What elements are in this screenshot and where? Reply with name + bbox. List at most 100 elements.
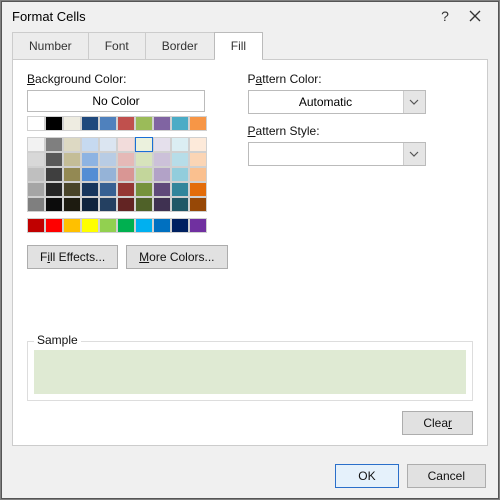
- color-swatch[interactable]: [99, 182, 117, 197]
- dialog-title: Format Cells: [12, 9, 430, 24]
- color-swatch[interactable]: [27, 167, 45, 182]
- right-column: Pattern Color: Automatic Pattern Style:: [248, 72, 473, 269]
- color-swatch[interactable]: [27, 182, 45, 197]
- sample-swatch: [34, 350, 466, 394]
- color-swatch[interactable]: [189, 152, 207, 167]
- color-swatch[interactable]: [189, 116, 207, 131]
- pattern-color-label: Pattern Color:: [248, 72, 473, 86]
- fill-effects-button[interactable]: Fill Effects...: [27, 245, 118, 269]
- ok-button[interactable]: OK: [335, 464, 398, 488]
- help-button[interactable]: ?: [430, 8, 460, 24]
- color-swatch[interactable]: [153, 218, 171, 233]
- color-swatch[interactable]: [153, 182, 171, 197]
- color-swatch[interactable]: [189, 137, 207, 152]
- color-swatch[interactable]: [135, 182, 153, 197]
- color-swatch[interactable]: [99, 218, 117, 233]
- color-swatch[interactable]: [45, 197, 63, 212]
- clear-button[interactable]: Clear: [402, 411, 473, 435]
- sample-group: Sample: [27, 341, 473, 401]
- color-swatch[interactable]: [117, 182, 135, 197]
- color-swatch[interactable]: [63, 182, 81, 197]
- color-swatch[interactable]: [189, 167, 207, 182]
- color-swatch[interactable]: [135, 137, 153, 152]
- color-swatch[interactable]: [81, 116, 99, 131]
- color-swatch[interactable]: [63, 218, 81, 233]
- color-swatch[interactable]: [171, 218, 189, 233]
- color-swatch[interactable]: [117, 152, 135, 167]
- color-swatch[interactable]: [63, 116, 81, 131]
- color-swatch[interactable]: [99, 152, 117, 167]
- color-swatch[interactable]: [189, 182, 207, 197]
- color-swatch[interactable]: [27, 152, 45, 167]
- close-icon: [469, 10, 481, 22]
- color-swatch[interactable]: [27, 116, 45, 131]
- cancel-button[interactable]: Cancel: [407, 464, 486, 488]
- bg-color-label: Background Color:: [27, 72, 228, 86]
- color-swatch[interactable]: [63, 167, 81, 182]
- color-swatch[interactable]: [99, 116, 117, 131]
- color-swatch[interactable]: [81, 137, 99, 152]
- color-swatch[interactable]: [81, 167, 99, 182]
- color-swatch[interactable]: [45, 137, 63, 152]
- color-swatch[interactable]: [27, 137, 45, 152]
- color-swatch[interactable]: [81, 218, 99, 233]
- color-swatch[interactable]: [135, 218, 153, 233]
- color-swatch[interactable]: [27, 197, 45, 212]
- tab-fill[interactable]: Fill: [214, 32, 263, 59]
- titlebar: Format Cells ?: [2, 2, 498, 30]
- color-swatch[interactable]: [45, 167, 63, 182]
- color-swatch[interactable]: [171, 152, 189, 167]
- sample-label: Sample: [34, 333, 81, 347]
- color-swatch[interactable]: [135, 167, 153, 182]
- chevron-down-icon: [403, 143, 425, 165]
- color-swatch[interactable]: [171, 197, 189, 212]
- tab-font[interactable]: Font: [88, 32, 146, 59]
- color-swatch[interactable]: [81, 152, 99, 167]
- color-swatch[interactable]: [63, 152, 81, 167]
- dialog-footer: OK Cancel: [2, 456, 498, 498]
- color-swatch[interactable]: [153, 116, 171, 131]
- color-swatch[interactable]: [45, 152, 63, 167]
- pattern-style-combo[interactable]: [248, 142, 426, 166]
- no-color-button[interactable]: No Color: [27, 90, 205, 112]
- pattern-color-value: Automatic: [249, 91, 403, 113]
- color-swatch[interactable]: [189, 218, 207, 233]
- color-swatch[interactable]: [81, 182, 99, 197]
- color-swatch[interactable]: [135, 116, 153, 131]
- color-swatch[interactable]: [135, 152, 153, 167]
- color-swatch[interactable]: [99, 167, 117, 182]
- color-swatch[interactable]: [63, 137, 81, 152]
- theme-colors-grid: [27, 116, 228, 233]
- color-swatch[interactable]: [63, 197, 81, 212]
- color-swatch[interactable]: [153, 197, 171, 212]
- pattern-color-combo[interactable]: Automatic: [248, 90, 426, 114]
- color-swatch[interactable]: [171, 182, 189, 197]
- color-swatch[interactable]: [153, 152, 171, 167]
- chevron-down-icon: [403, 91, 425, 113]
- color-swatch[interactable]: [171, 167, 189, 182]
- color-swatch[interactable]: [153, 167, 171, 182]
- color-swatch[interactable]: [81, 197, 99, 212]
- color-swatch[interactable]: [45, 182, 63, 197]
- color-swatch[interactable]: [117, 116, 135, 131]
- close-button[interactable]: [460, 10, 490, 22]
- color-swatch[interactable]: [99, 197, 117, 212]
- tabs: Number Font Border Fill: [12, 32, 488, 59]
- color-swatch[interactable]: [171, 116, 189, 131]
- tab-number[interactable]: Number: [12, 32, 89, 59]
- color-swatch[interactable]: [27, 218, 45, 233]
- color-swatch[interactable]: [171, 137, 189, 152]
- color-swatch[interactable]: [99, 137, 117, 152]
- color-swatch[interactable]: [45, 218, 63, 233]
- color-swatch[interactable]: [153, 137, 171, 152]
- more-colors-button[interactable]: More Colors...: [126, 245, 227, 269]
- color-swatch[interactable]: [117, 218, 135, 233]
- color-swatch[interactable]: [135, 197, 153, 212]
- color-swatch[interactable]: [117, 167, 135, 182]
- color-swatch[interactable]: [117, 197, 135, 212]
- tab-border[interactable]: Border: [145, 32, 215, 59]
- pattern-style-label: Pattern Style:: [248, 124, 473, 138]
- color-swatch[interactable]: [117, 137, 135, 152]
- color-swatch[interactable]: [189, 197, 207, 212]
- color-swatch[interactable]: [45, 116, 63, 131]
